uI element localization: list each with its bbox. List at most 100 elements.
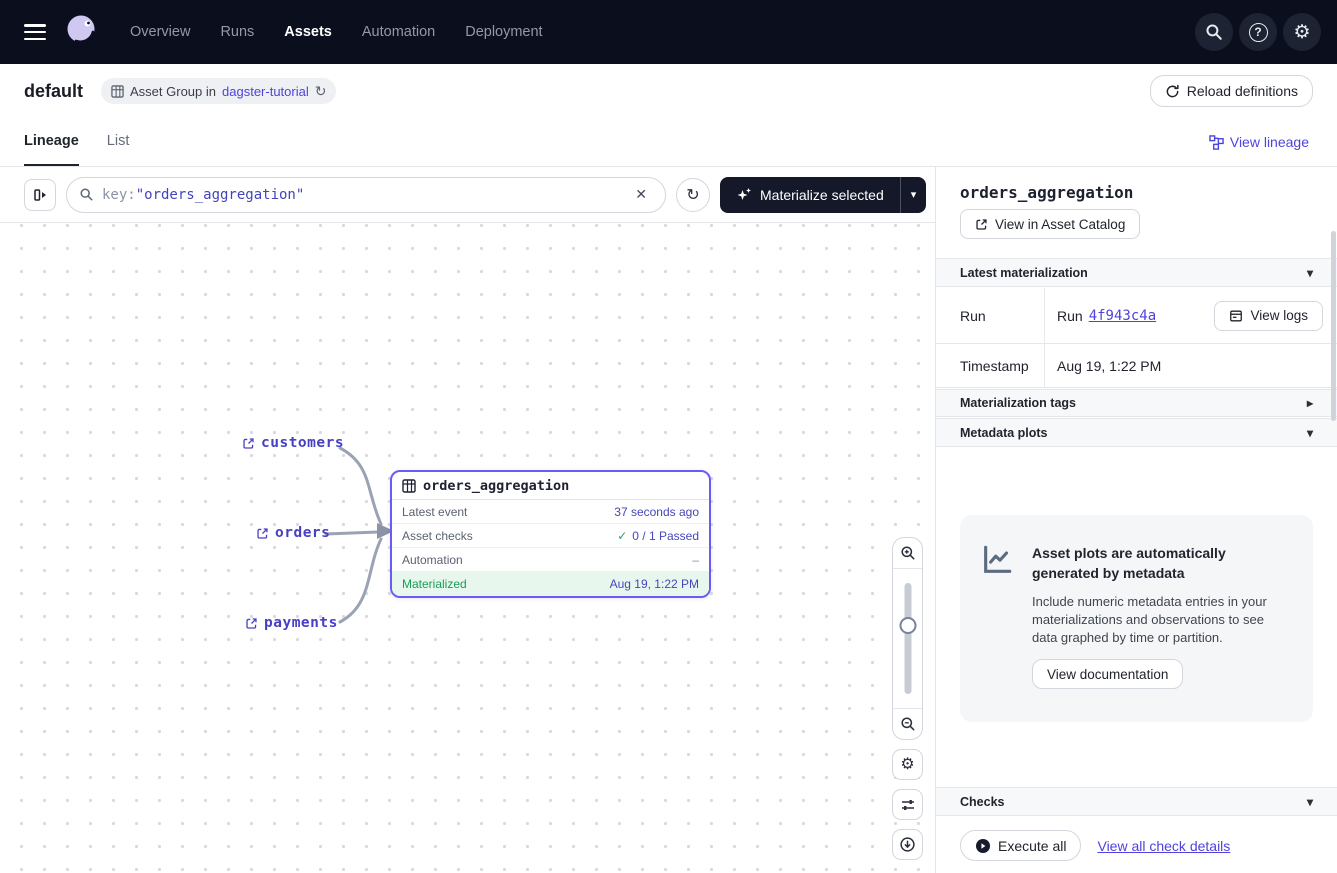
- tabs-row: Lineage List View lineage: [0, 118, 1337, 167]
- timestamp-row: Timestamp Aug 19, 1:22 PM: [936, 344, 1337, 388]
- section-checks[interactable]: Checks ▾: [936, 787, 1337, 816]
- run-row: Run Run 4f943c4a View logs: [936, 288, 1337, 344]
- chevron-down-icon: ▾: [1307, 266, 1313, 280]
- table-grid-icon: [402, 479, 416, 493]
- top-nav: Overview Runs Assets Automation Deployme…: [0, 0, 1337, 64]
- chevron-right-icon: ▸: [1307, 396, 1313, 410]
- graph-filters-button[interactable]: [892, 789, 923, 820]
- zoom-slider-handle[interactable]: [899, 617, 916, 634]
- dagster-logo-icon[interactable]: [62, 12, 102, 52]
- section-label: Materialization tags: [960, 396, 1076, 410]
- execute-all-button[interactable]: Execute all: [960, 830, 1081, 861]
- settings-button[interactable]: ⚙: [1283, 13, 1321, 51]
- run-id-link[interactable]: 4f943c4a: [1089, 308, 1156, 324]
- view-all-check-details-link[interactable]: View all check details: [1097, 838, 1230, 854]
- asset-search-input[interactable]: key:"orders_aggregation" ✕: [66, 177, 666, 213]
- view-in-asset-catalog-button[interactable]: View in Asset Catalog: [960, 209, 1140, 239]
- view-logs-label: View logs: [1250, 308, 1308, 323]
- nav-item-overview[interactable]: Overview: [130, 24, 190, 40]
- asset-node-title: orders_aggregation: [423, 478, 569, 494]
- search-button[interactable]: [1195, 13, 1233, 51]
- view-lineage-link[interactable]: View lineage: [1209, 118, 1309, 166]
- search-key-value: "orders_aggregation": [136, 187, 305, 203]
- external-link-icon: [245, 617, 258, 630]
- refresh-icon: ↻: [686, 185, 699, 205]
- materialize-dropdown-button[interactable]: ▾: [900, 177, 927, 213]
- recenter-button[interactable]: [892, 829, 923, 860]
- nav-item-automation[interactable]: Automation: [362, 24, 435, 40]
- dagster-app: Overview Runs Assets Automation Deployme…: [0, 0, 1337, 873]
- sparkle-icon: [736, 187, 752, 203]
- top-nav-actions: ? ⚙: [1195, 13, 1321, 51]
- zoom-panel: [892, 537, 923, 740]
- section-materialization-tags[interactable]: Materialization tags ▸: [936, 389, 1337, 417]
- search-key-prefix: key:: [102, 187, 136, 203]
- chevron-down-icon: ▾: [1307, 426, 1313, 440]
- code-location-link[interactable]: dagster-tutorial: [222, 84, 309, 99]
- materialize-label: Materialize selected: [760, 187, 884, 203]
- refresh-graph-button[interactable]: ↻: [676, 178, 710, 212]
- nav-item-runs[interactable]: Runs: [220, 24, 254, 40]
- lineage-canvas[interactable]: customers orders payments: [0, 223, 935, 873]
- reload-icon: [1165, 84, 1180, 99]
- view-documentation-label: View documentation: [1047, 667, 1168, 682]
- nav-item-assets[interactable]: Assets: [284, 24, 332, 40]
- reload-definitions-label: Reload definitions: [1187, 83, 1298, 99]
- section-label: Checks: [960, 795, 1004, 809]
- plots-card-body: Include numeric metadata entries in your…: [1032, 593, 1272, 648]
- execute-all-label: Execute all: [998, 838, 1066, 854]
- upstream-label: orders: [275, 525, 330, 541]
- sliders-icon: [900, 797, 916, 813]
- page-title: default: [24, 81, 83, 102]
- upstream-asset-payments[interactable]: payments: [245, 615, 338, 631]
- hamburger-menu-icon[interactable]: [24, 24, 46, 40]
- zoom-in-button[interactable]: [893, 538, 922, 569]
- asset-group-badge[interactable]: Asset Group in dagster-tutorial ↻: [101, 78, 336, 104]
- external-link-icon: [975, 218, 988, 231]
- gear-icon: ⚙: [900, 757, 914, 773]
- sidebar-asset-title: orders_aggregation: [960, 183, 1133, 202]
- chevron-down-icon: ▾: [1307, 795, 1313, 809]
- zoom-slider-track[interactable]: [904, 583, 911, 694]
- upstream-label: payments: [264, 615, 338, 631]
- view-in-asset-catalog-label: View in Asset Catalog: [995, 217, 1125, 232]
- run-prefix: Run: [1057, 308, 1083, 324]
- view-documentation-button[interactable]: View documentation: [1032, 659, 1183, 689]
- collapse-panel-button[interactable]: [24, 179, 56, 211]
- check-icon: ✓: [617, 529, 627, 543]
- node-row-automation: Automation –: [392, 548, 709, 572]
- sidebar-scrollbar[interactable]: [1331, 231, 1336, 421]
- upstream-asset-customers[interactable]: customers: [242, 435, 344, 451]
- external-link-icon: [256, 527, 269, 540]
- help-icon: ?: [1249, 23, 1268, 42]
- tab-lineage[interactable]: Lineage: [24, 118, 79, 166]
- table-grid-icon: [111, 85, 124, 98]
- timestamp-value: Aug 19, 1:22 PM: [1045, 344, 1337, 387]
- nav-item-deployment[interactable]: Deployment: [465, 24, 542, 40]
- view-logs-button[interactable]: View logs: [1214, 301, 1323, 331]
- clear-search-button[interactable]: ✕: [629, 184, 653, 205]
- graph-settings-button[interactable]: ⚙: [892, 749, 923, 780]
- node-row-asset-checks: Asset checks ✓0 / 1 Passed: [392, 524, 709, 548]
- help-button[interactable]: ?: [1239, 13, 1277, 51]
- search-icon: [1205, 23, 1223, 41]
- section-latest-materialization[interactable]: Latest materialization ▾: [936, 258, 1337, 287]
- lineage-icon: [1209, 135, 1224, 150]
- materialize-selected-button[interactable]: Materialize selected ▾: [720, 177, 926, 213]
- section-metadata-plots[interactable]: Metadata plots ▾: [936, 418, 1337, 447]
- tab-list[interactable]: List: [107, 118, 130, 166]
- view-lineage-label: View lineage: [1230, 134, 1309, 150]
- lineage-graph-panel: key:"orders_aggregation" ✕ ↻ Materialize…: [0, 167, 936, 873]
- zoom-out-button[interactable]: [893, 708, 922, 739]
- reload-definitions-button[interactable]: Reload definitions: [1150, 75, 1313, 107]
- badge-text: Asset Group in: [130, 84, 216, 99]
- recenter-icon: [899, 836, 916, 853]
- log-icon: [1229, 309, 1243, 323]
- timestamp-label: Timestamp: [936, 344, 1045, 387]
- run-row-label: Run: [936, 288, 1045, 343]
- upstream-asset-orders[interactable]: orders: [256, 525, 330, 541]
- asset-plots-card: Asset plots are automatically generated …: [960, 515, 1313, 722]
- asset-node-orders-aggregation[interactable]: orders_aggregation Latest event 37 secon…: [390, 470, 711, 598]
- graph-toolbar: key:"orders_aggregation" ✕ ↻ Materialize…: [0, 167, 935, 223]
- reload-location-icon[interactable]: ↻: [315, 84, 327, 98]
